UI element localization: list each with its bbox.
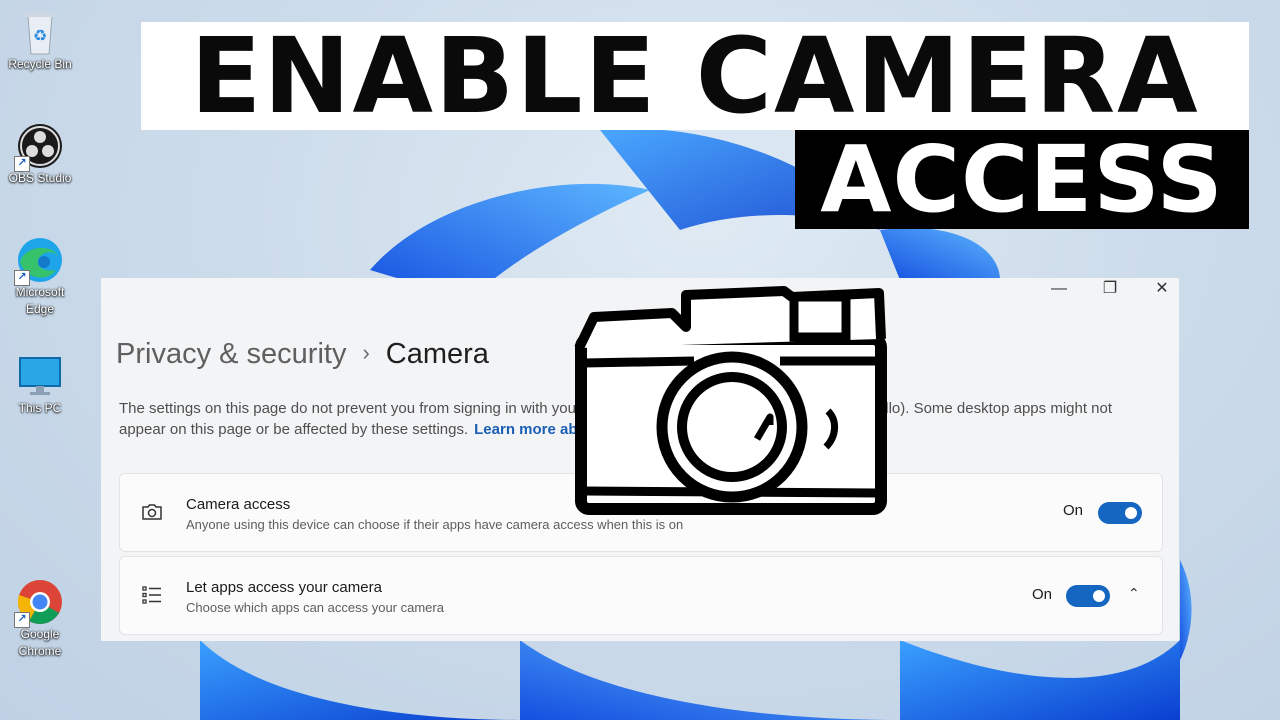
shortcut-arrow-icon: ↗ <box>14 156 30 172</box>
setting-title: Camera access <box>186 496 291 513</box>
setting-title: Let apps access your camera <box>186 579 382 596</box>
desktop-icon-label: Microsoft Edge <box>15 285 65 316</box>
desktop-icon-recycle-bin[interactable]: ♻ Recycle Bin <box>2 8 78 73</box>
camera-access-toggle[interactable] <box>1098 502 1142 524</box>
title-banner-line1: ENABLE CAMERA <box>141 22 1249 130</box>
shortcut-arrow-icon: ↗ <box>14 270 30 286</box>
svg-text:♻: ♻ <box>33 28 47 45</box>
monitor-icon <box>16 352 64 400</box>
chrome-icon: ↗ <box>14 578 64 628</box>
shortcut-arrow-icon: ↗ <box>14 612 30 628</box>
edge-icon: ↗ <box>14 236 64 286</box>
breadcrumb-separator: › <box>362 340 370 365</box>
desktop-icon-label: Google Chrome <box>18 627 62 658</box>
desktop-icon-edge[interactable]: ↗ Microsoft Edge <box>2 236 78 318</box>
desktop-icon-label: Recycle Bin <box>8 57 72 71</box>
desktop-icon-chrome[interactable]: ↗ Google Chrome <box>2 578 78 660</box>
restore-button[interactable]: ❐ <box>1090 278 1130 300</box>
camera-icon <box>142 504 162 520</box>
close-button[interactable]: ✕ <box>1142 278 1179 300</box>
breadcrumb-parent[interactable]: Privacy & security <box>116 338 346 370</box>
desktop-icon-label: OBS Studio <box>8 171 72 185</box>
obs-icon: ↗ <box>14 122 64 172</box>
recycle-bin-icon: ♻ <box>16 8 64 56</box>
toggle-state-label: On <box>1063 502 1084 519</box>
desktop-icon-label: This PC <box>18 401 62 415</box>
desktop-icon-this-pc[interactable]: This PC <box>2 352 78 417</box>
title-banner-line2: ACCESS <box>795 130 1249 229</box>
setting-subtitle: Choose which apps can access your camera <box>186 600 444 615</box>
page-title: Camera <box>385 338 489 370</box>
let-apps-access-toggle[interactable] <box>1066 585 1110 607</box>
toggle-state-label: On <box>1032 586 1053 603</box>
chevron-up-icon[interactable]: ⌃ <box>1128 585 1140 602</box>
setting-subtitle: Anyone using this device can choose if t… <box>186 517 684 532</box>
breadcrumb: Privacy & security › Camera <box>116 338 489 371</box>
desktop-icon-obs[interactable]: ↗ OBS Studio <box>2 122 78 187</box>
list-icon <box>142 586 161 604</box>
minimize-button[interactable]: — <box>1039 278 1079 300</box>
setting-card-let-apps-access[interactable]: Let apps access your camera Choose which… <box>119 556 1163 635</box>
camera-illustration-icon <box>574 286 887 515</box>
